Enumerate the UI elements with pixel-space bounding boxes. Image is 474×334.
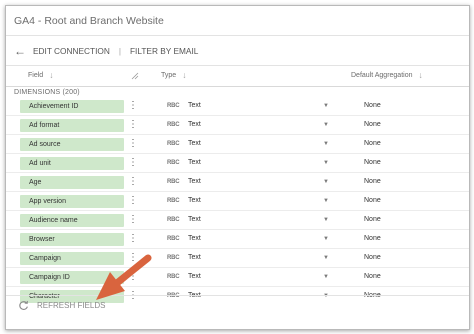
annotation-arrow-icon <box>96 254 152 300</box>
